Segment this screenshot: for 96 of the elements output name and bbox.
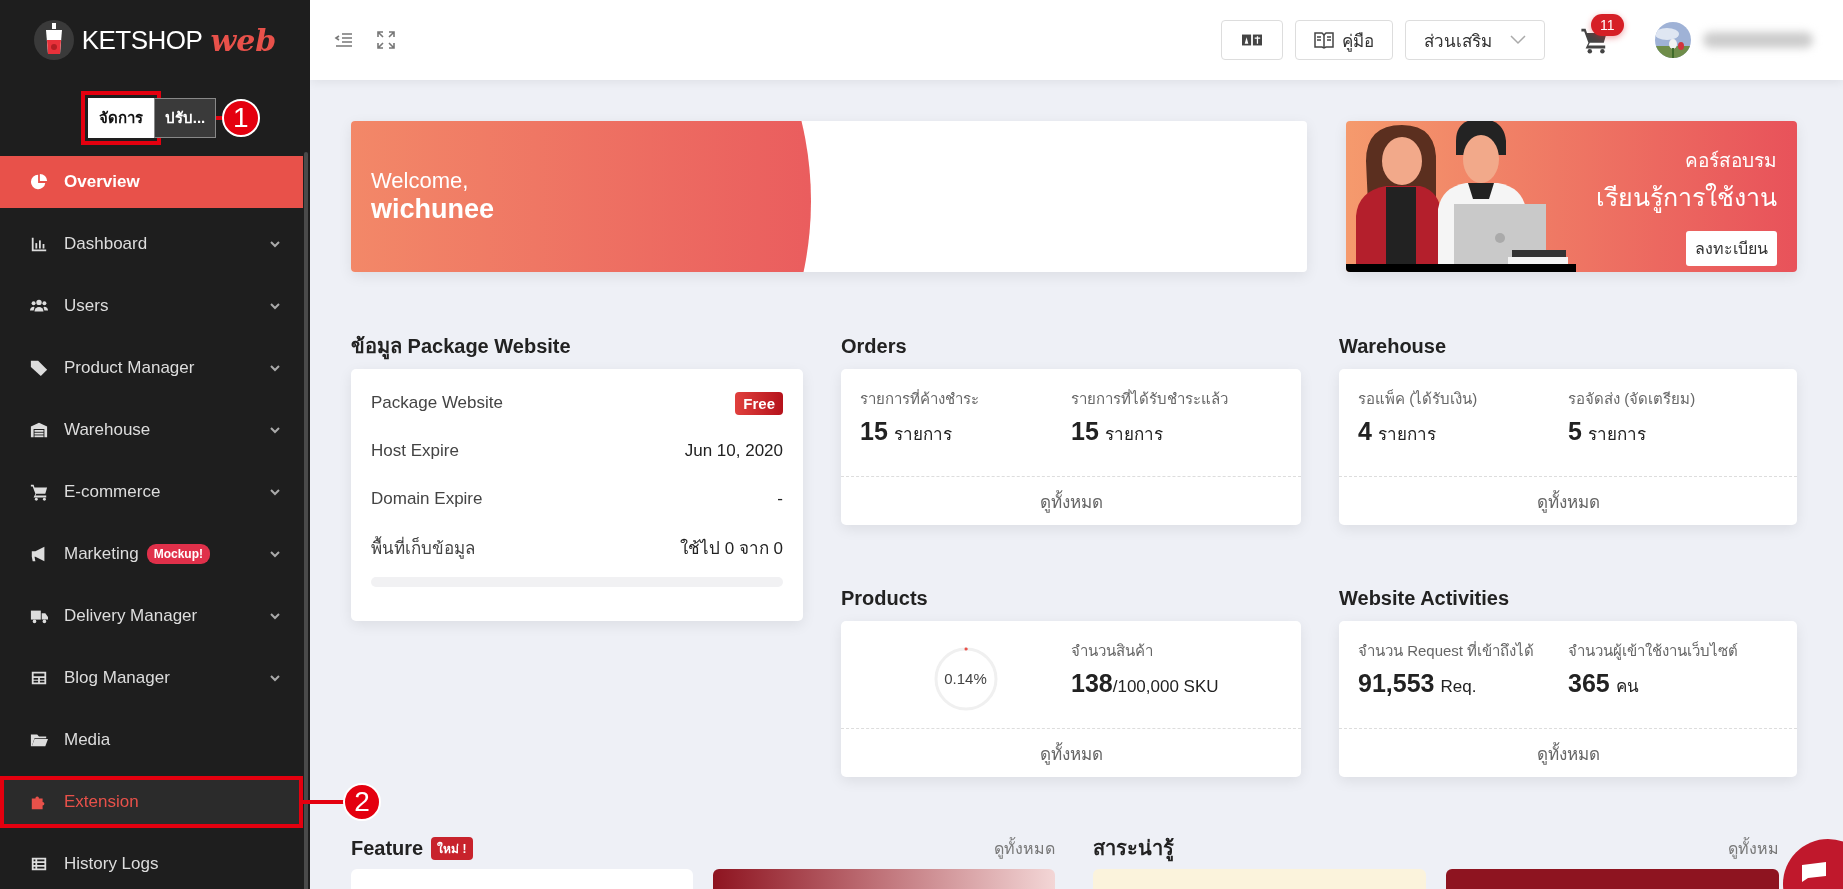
view-all-link[interactable]: ดูทั้งหม	[1728, 835, 1779, 861]
welcome-greeting: Welcome,	[371, 168, 470, 194]
stat-unit: รายการ	[1104, 424, 1163, 446]
sidebar-label: Marketing	[64, 544, 139, 564]
sidebar-item[interactable]: Marketing Mockup!	[0, 528, 303, 580]
sidebar-label: History Logs	[64, 854, 159, 874]
stat-unit: รายการ	[1377, 424, 1436, 446]
stat-number: 15	[1071, 417, 1099, 446]
stat-label: รอแพ็ค (ได้รับเงิน)	[1358, 388, 1479, 409]
course-title: เรียนรู้การใช้งาน	[1596, 182, 1777, 215]
sidebar-item[interactable]: Overview	[0, 156, 303, 208]
sidebar-label: Dashboard	[64, 234, 148, 254]
logo-accent: web	[210, 22, 277, 58]
stat-label: จำนวนผู้เข้าใช้งานเว็บไซต์	[1568, 640, 1739, 662]
stat-unit: คน	[1615, 676, 1639, 698]
stat-number: 138	[1071, 669, 1113, 698]
stat-label: รายการที่ได้รับชำระแล้ว	[1071, 388, 1229, 409]
info-label: Package Website	[371, 393, 503, 413]
newspaper-icon	[30, 669, 48, 687]
chat-icon	[1801, 861, 1827, 883]
stat-number: 15	[860, 417, 888, 446]
warehouse-icon	[30, 421, 48, 439]
stat-unit: รายการ	[893, 424, 952, 446]
sidebar-label: Users	[64, 296, 109, 316]
sidebar-item[interactable]: Dashboard	[0, 218, 303, 270]
stat-number: 4	[1358, 417, 1372, 446]
sidebar-item[interactable]: Users	[0, 280, 303, 332]
sidebar-label: Extension	[64, 792, 139, 812]
sidebar-item[interactable]: History Logs	[0, 838, 303, 889]
sidebar-item[interactable]: E-commerce	[0, 466, 303, 518]
register-button[interactable]: ลงทะเบียน	[1686, 231, 1777, 266]
callout-number: 2	[343, 783, 381, 821]
menu-indent-icon[interactable]	[334, 30, 354, 50]
sidebar-label: Product Manager	[64, 358, 195, 378]
progress-percent: 0.14%	[944, 670, 987, 687]
mockup-badge: Mockup!	[146, 544, 210, 564]
view-all-link[interactable]: ดูทั้งหมด	[841, 729, 1301, 777]
section-title: Feature	[351, 836, 424, 860]
sidebar-label: E-commerce	[64, 482, 161, 502]
callout-number: 1	[221, 99, 260, 137]
sidebar-label: Warehouse	[64, 420, 151, 440]
view-all-link[interactable]: ดูทั้งหมด	[1339, 729, 1797, 777]
sidebar-item[interactable]: Warehouse	[0, 404, 303, 456]
sidebar-item[interactable]: Product Manager	[0, 342, 303, 394]
info-value: Jun 10, 2020	[684, 441, 783, 461]
chevron-down-icon	[1510, 35, 1526, 45]
stat-number: 91,553	[1358, 669, 1435, 698]
sidebar-label: Overview	[64, 172, 140, 192]
list-icon	[30, 855, 48, 873]
translate-button[interactable]	[1221, 20, 1283, 60]
stat-number: 5	[1568, 417, 1582, 446]
stat-unit: /100,000 SKU	[1112, 677, 1219, 697]
cart-count-badge: 11	[1591, 14, 1624, 36]
sidebar-item[interactable]: Blog Manager	[0, 652, 303, 704]
section-title: Website Activities	[1339, 586, 1511, 611]
sidebar-item[interactable]: Media	[0, 714, 303, 766]
user-name: wichunee	[371, 194, 496, 225]
fullscreen-icon[interactable]	[376, 30, 396, 50]
sidebar-label: Blog Manager	[64, 668, 170, 688]
stat-unit: Req.	[1440, 677, 1477, 697]
info-value: -	[777, 489, 783, 509]
book-icon	[1314, 31, 1334, 49]
section-title: Products	[841, 586, 929, 611]
stat-label: รอจัดส่ง (จัดเตรียม)	[1568, 389, 1697, 409]
info-label: Host Expire	[371, 441, 459, 461]
new-badge: ใหม่ !	[431, 836, 473, 860]
section-title: Warehouse	[1339, 334, 1448, 359]
info-value: ใช้ไป 0 จาก 0	[679, 537, 783, 560]
info-label: พื้นที่เก็บข้อมูล	[371, 535, 475, 561]
sidebar-label: Media	[64, 730, 111, 750]
view-all-link[interactable]: ดูทั้งหมด	[841, 477, 1301, 525]
course-subtitle: คอร์สอบรม	[1685, 149, 1777, 173]
mode-button[interactable]: จัดการ	[87, 98, 154, 138]
cart-icon	[30, 483, 48, 501]
stat-label: จำนวนสินค้า	[1071, 641, 1154, 661]
bar-chart-icon	[30, 235, 48, 253]
sidebar-item[interactable]: Delivery Manager	[0, 590, 303, 642]
plan-badge: Free	[735, 391, 783, 415]
view-all-link[interactable]: ดูทั้งหมด	[1339, 477, 1797, 525]
logo-text: KETSHOP	[81, 24, 203, 56]
logo-cup-icon	[33, 20, 74, 60]
info-label: Domain Expire	[371, 489, 483, 509]
stat-label: จำนวน Request ที่เข้าถึงได้	[1358, 640, 1536, 661]
scrollbar[interactable]	[304, 152, 308, 889]
stat-number: 365	[1568, 669, 1610, 698]
section-title: Orders	[841, 334, 908, 359]
section-title: ข้อมูล Package Website	[351, 331, 803, 361]
view-all-link[interactable]: ดูทั้งหมด	[994, 835, 1055, 861]
section-title: สาระน่ารู้	[1093, 832, 1174, 864]
stat-label: รายการที่ค้างชำระ	[860, 388, 980, 409]
sidebar-label: Delivery Manager	[64, 606, 198, 626]
stat-unit: รายการ	[1587, 424, 1646, 446]
tag-icon	[30, 359, 48, 377]
addons-dropdown[interactable]: ส่วนเสริม	[1405, 20, 1545, 60]
guide-button[interactable]: คู่มือ	[1295, 20, 1393, 60]
pie-chart-icon	[30, 173, 48, 191]
